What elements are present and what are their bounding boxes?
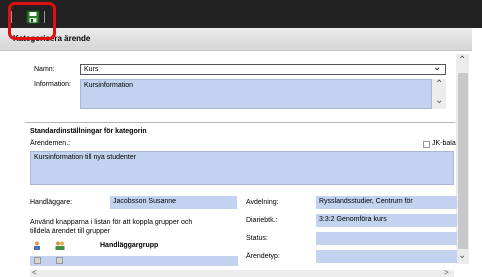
arendetyp-label: Ärendetyp: [246,253,280,260]
scroll-right-icon[interactable]: > [444,268,449,277]
scroll-down-icon[interactable]: ⌄ [458,250,466,261]
information-field[interactable]: Kursinformation [80,79,432,109]
row-group-checkbox[interactable] [56,257,63,264]
jk-checkbox[interactable] [423,141,430,148]
scroll-up-icon[interactable]: ⌃ [458,55,466,66]
namn-select[interactable]: Kurs [80,64,446,75]
scroll-up-icon[interactable]: ⌃ [435,79,443,90]
scrollbar-thumb[interactable] [458,73,468,249]
scroll-down-icon[interactable]: ⌄ [435,95,443,106]
hint-line-1: Använd knapparna i listan för att koppla… [30,219,193,226]
row-user-checkbox[interactable] [34,257,41,264]
namn-label: Namn: [34,66,55,73]
diariebeteckning-field[interactable]: 3:3:2 Genomföra kurs [316,214,457,227]
status-field[interactable] [316,232,457,245]
standard-heading: Standardinställningar för kategorin [30,128,147,135]
avdelning-label: Avdelning: [246,199,279,206]
scroll-left-icon[interactable]: < [32,268,37,277]
handlaggare-label: Handläggare: [30,199,73,206]
arendemening-label: Ärendemen.: [30,140,71,147]
information-label: Information: [34,81,71,88]
highlight-marker [8,2,56,40]
user-icon[interactable] [33,241,41,250]
horizontal-scrollbar[interactable] [30,270,454,277]
status-label: Status: [246,235,268,242]
avdelning-field[interactable]: Rysslandsstudier, Centrum för [316,196,457,209]
hint-line-2: tilldela ärendet till grupper [30,228,111,235]
table-row[interactable] [30,256,238,266]
arendetyp-field[interactable] [316,250,457,263]
handlaggare-field[interactable]: Jacobsson Susanne [110,196,237,209]
group-column-header: Handläggargrupp [100,242,159,249]
group-icon[interactable] [55,241,65,250]
jk-label: JK-bala [432,140,456,147]
arendemening-field[interactable]: Kursinformation till nya studenter [30,151,454,185]
divider [25,122,455,123]
chevron-down-icon[interactable]: ⌄ [433,62,441,73]
group-table-header: Handläggargrupp [30,241,238,251]
toolbar [0,0,482,28]
diariebeteckning-label: Diariebtk.: [246,217,278,224]
